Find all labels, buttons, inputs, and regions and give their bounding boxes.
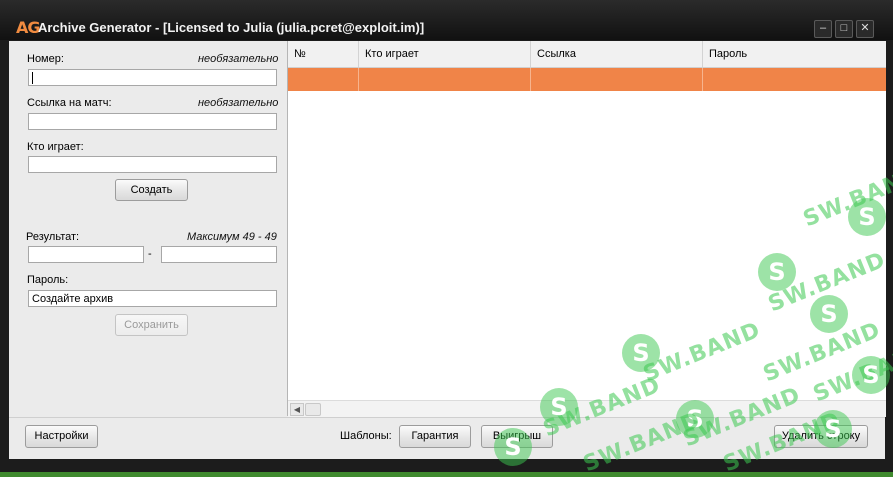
column-header-password[interactable]: Пароль (703, 41, 886, 67)
match-link-label: Ссылка на матч: (27, 97, 112, 109)
password-input[interactable]: Создайте архив (28, 290, 277, 307)
number-input[interactable] (28, 69, 277, 86)
delete-row-button[interactable]: Удалить строку (774, 425, 868, 448)
password-label: Пароль: (27, 274, 69, 286)
settings-button[interactable]: Настройки (25, 425, 98, 448)
bottom-toolbar: Настройки Шаблоны: Гарантия Выигрыш Удал… (9, 417, 885, 459)
number-label: Номер: (27, 53, 64, 65)
maximize-button[interactable]: □ (835, 20, 853, 38)
table-cell[interactable] (288, 68, 359, 91)
minimize-button[interactable]: – (814, 20, 832, 38)
window-title: Archive Generator - [Licensed to Julia (… (38, 20, 425, 35)
archive-table[interactable]: № Кто играет Ссылка Пароль ◀ (287, 41, 886, 417)
table-cell[interactable] (703, 68, 886, 91)
column-header-link[interactable]: Ссылка (531, 41, 703, 67)
client-area: Номер: необязательно Ссылка на матч: нео… (9, 41, 886, 459)
table-cell[interactable] (359, 68, 531, 91)
text-caret (32, 72, 33, 84)
app-logo-icon: AG (16, 18, 40, 37)
number-hint: необязательно (198, 53, 279, 65)
result-label: Результат: (26, 231, 80, 243)
table-row-selected[interactable] (288, 68, 886, 91)
save-button[interactable]: Сохранить (115, 314, 188, 336)
win-template-button[interactable]: Выигрыш (481, 425, 553, 448)
result-hint: Максимум 49 - 49 (187, 231, 277, 243)
match-link-input[interactable] (28, 113, 277, 130)
horizontal-scrollbar[interactable]: ◀ (288, 400, 886, 417)
column-header-number[interactable]: № (288, 41, 359, 67)
result-left-input[interactable] (28, 246, 144, 263)
scrollbar-thumb[interactable] (305, 403, 321, 416)
app-window: AG Archive Generator - [Licensed to Juli… (0, 0, 893, 472)
result-right-input[interactable] (161, 246, 277, 263)
who-plays-input[interactable] (28, 156, 277, 173)
table-header: № Кто играет Ссылка Пароль (288, 41, 886, 68)
column-header-who-plays[interactable]: Кто играет (359, 41, 531, 67)
templates-label: Шаблоны: (340, 430, 392, 442)
close-button[interactable]: ✕ (856, 20, 874, 38)
form-panel: Номер: необязательно Ссылка на матч: нео… (9, 41, 286, 411)
who-plays-label: Кто играет: (27, 141, 84, 153)
result-separator: - (148, 248, 152, 260)
guarantee-template-button[interactable]: Гарантия (399, 425, 471, 448)
title-bar: AG Archive Generator - [Licensed to Juli… (0, 0, 893, 40)
table-cell[interactable] (531, 68, 703, 91)
create-button[interactable]: Создать (115, 179, 188, 201)
scroll-left-arrow-icon[interactable]: ◀ (290, 403, 304, 416)
match-link-hint: необязательно (198, 97, 279, 109)
